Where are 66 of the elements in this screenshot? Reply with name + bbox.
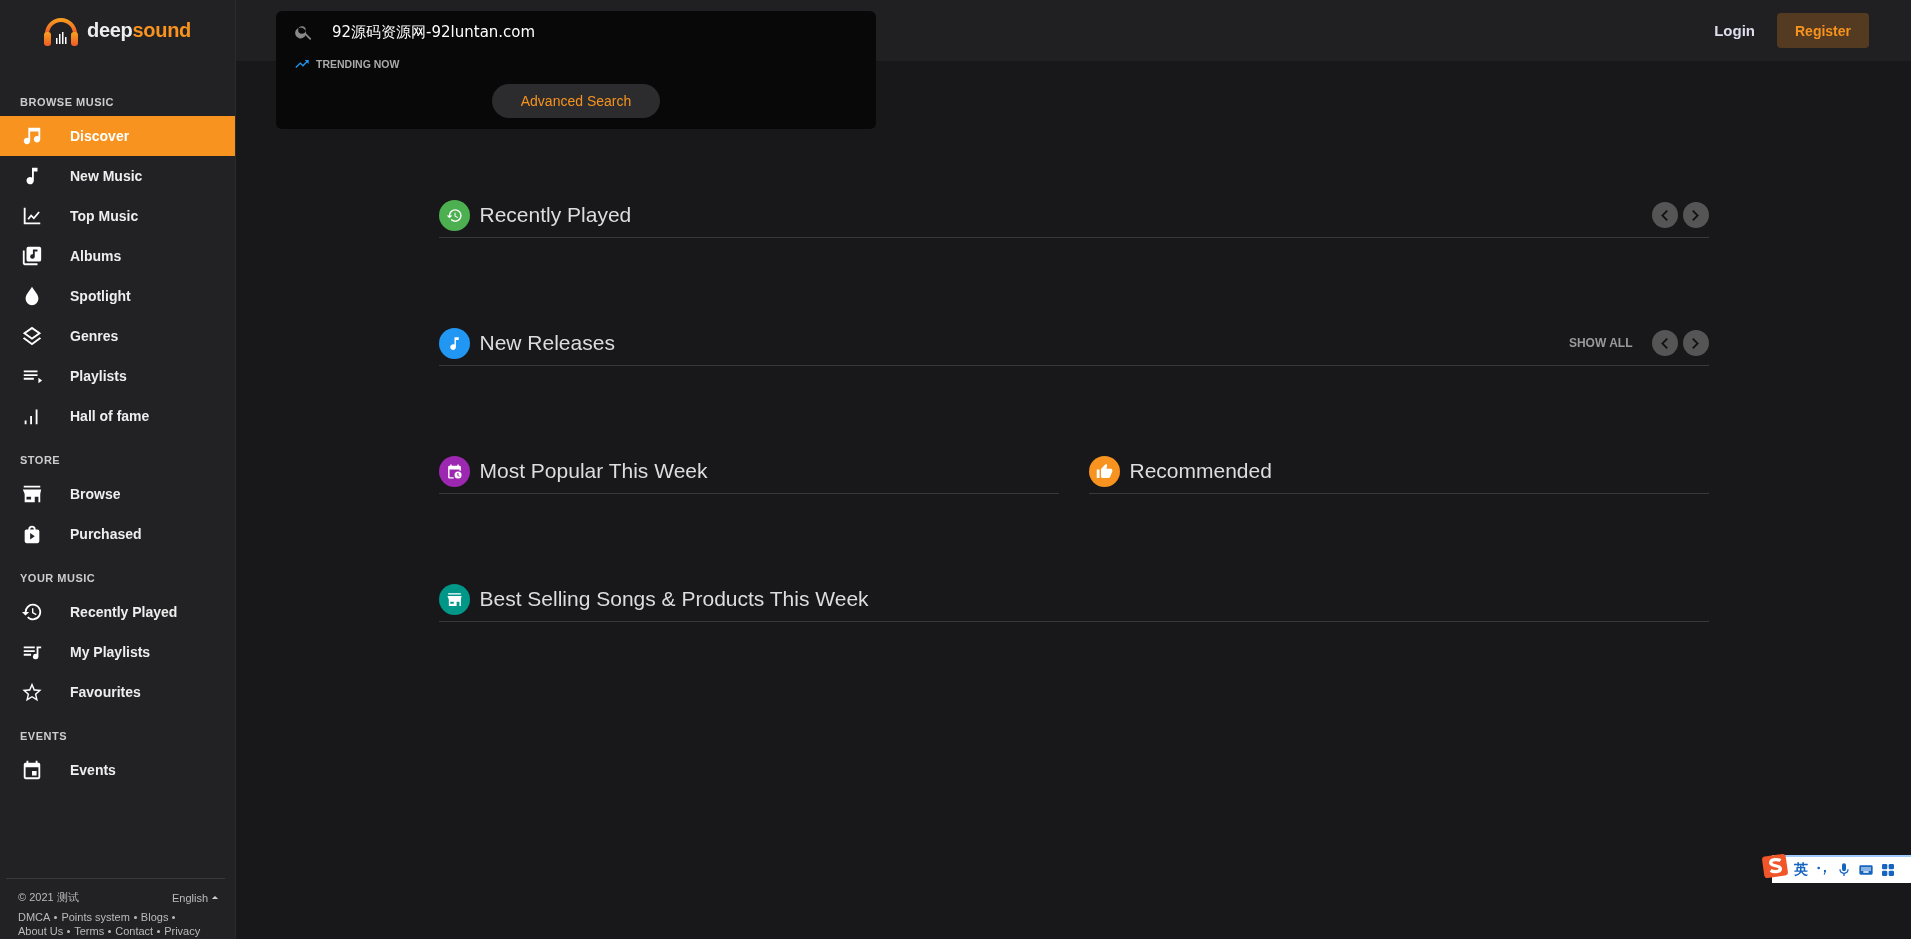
- input-mode-label[interactable]: 英: [1794, 861, 1808, 879]
- sidebar-item[interactable]: Albums: [0, 236, 235, 276]
- footer-link[interactable]: Contact: [115, 925, 154, 937]
- footer-link[interactable]: Privacy: [164, 925, 201, 937]
- section-title: New Releases: [479, 331, 615, 355]
- language-selector[interactable]: English: [171, 891, 219, 904]
- sidebar-section-label: YOUR MUSIC: [19, 572, 97, 586]
- calendar-icon: [21, 759, 43, 781]
- footer-link[interactable]: Points system: [61, 911, 130, 923]
- chevron-right-icon: [1692, 337, 1699, 349]
- star-icon: [21, 681, 43, 703]
- microphone-icon[interactable]: [1836, 862, 1852, 878]
- previous-button[interactable]: [1651, 202, 1678, 228]
- login-link[interactable]: Login: [1714, 22, 1755, 39]
- sidebar-item[interactable]: Events: [0, 750, 235, 790]
- sidebar-item[interactable]: My Playlists: [0, 632, 235, 672]
- sidebar-item[interactable]: Purchased: [0, 514, 235, 554]
- sidebar-item[interactable]: Playlists: [0, 356, 235, 396]
- separator-dot: [54, 915, 58, 919]
- sidebar-item[interactable]: Browse: [0, 474, 235, 514]
- line-chart-icon: [21, 205, 43, 227]
- sidebar-section-label: STORE: [19, 454, 62, 468]
- chevron-right-icon: [1692, 209, 1699, 221]
- music-notes-icon: [21, 125, 43, 147]
- section-title: Most Popular This Week: [479, 459, 708, 483]
- grid-icon[interactable]: [1880, 862, 1896, 878]
- sidebar-item[interactable]: Top Music: [0, 196, 235, 236]
- chevron-left-icon: [1661, 337, 1668, 349]
- separator-dot: [108, 929, 112, 933]
- separator-dot: [172, 915, 176, 919]
- separator-dot: [133, 915, 137, 919]
- logo[interactable]: deepsound: [0, 0, 235, 50]
- sidebar-item[interactable]: Recently Played: [0, 592, 235, 632]
- caret-icon: [211, 895, 219, 900]
- sidebar-item[interactable]: New Music: [0, 156, 235, 196]
- previous-button[interactable]: [1651, 330, 1678, 356]
- trending-label: TRENDING NOW: [316, 58, 400, 70]
- history-icon: [21, 601, 43, 623]
- footer-link[interactable]: Terms: [74, 925, 105, 937]
- register-button[interactable]: Register: [1777, 13, 1869, 48]
- separator-dot: [67, 929, 71, 933]
- advanced-search-button[interactable]: Advanced Search: [492, 84, 660, 118]
- section-title: Best Selling Songs & Products This Week: [479, 587, 869, 611]
- keyboard-icon[interactable]: [1858, 862, 1874, 878]
- sidebar-section-label: EVENTS: [19, 730, 68, 744]
- footer-link[interactable]: DMCA: [18, 911, 51, 923]
- sidebar-item[interactable]: Genres: [0, 316, 235, 356]
- sidebar-item[interactable]: Spotlight: [0, 276, 235, 316]
- sidebar-section-label: BROWSE MUSIC: [19, 96, 115, 110]
- search-field[interactable]: 92源码资源网-92luntan.com: [332, 21, 832, 43]
- copyright-text: © 2021 测试: [18, 890, 79, 905]
- next-button[interactable]: [1682, 202, 1709, 228]
- section-title: Recommended: [1129, 459, 1272, 483]
- separator-dot: [157, 929, 161, 933]
- next-button[interactable]: [1682, 330, 1709, 356]
- section-title: Recently Played: [479, 203, 632, 227]
- store-icon: [21, 483, 43, 505]
- album-icon: [21, 245, 43, 267]
- sidebar-item[interactable]: Hall of fame: [0, 396, 235, 436]
- footer-link[interactable]: Blogs: [140, 911, 169, 923]
- logo-text: deepsound: [87, 18, 191, 42]
- show-all-link[interactable]: SHOW ALL: [1568, 336, 1633, 350]
- chevron-left-icon: [1661, 209, 1668, 221]
- layers-icon: [21, 325, 43, 347]
- sidebar-item[interactable]: Favourites: [0, 672, 235, 712]
- footer-link[interactable]: About Us: [18, 925, 64, 937]
